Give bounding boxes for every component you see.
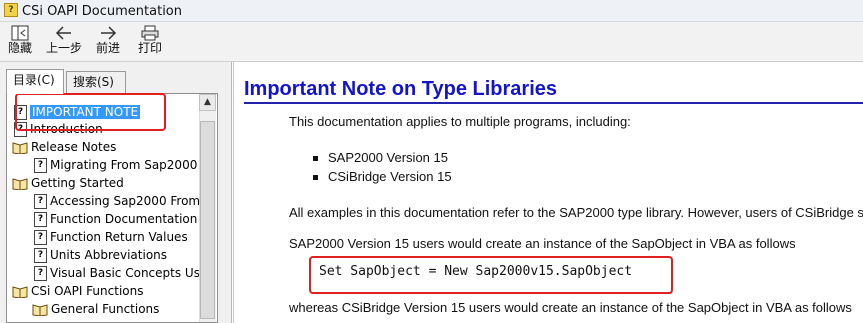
sap2000-paragraph: SAP2000 Version 15 users would create an… [289, 236, 796, 251]
print-button[interactable]: 打印 [134, 24, 166, 60]
tree-item-label: Migrating From Sap2000 v1 [50, 158, 216, 172]
hide-label: 隐藏 [7, 41, 32, 55]
help-page-icon: ? [34, 248, 47, 263]
tree-item-csi-oapi-functions[interactable]: CSi OAPI Functions [12, 282, 143, 300]
tree-item-label: Function Documentation C [50, 212, 210, 226]
tree-item-release-notes[interactable]: Release Notes [12, 138, 116, 156]
back-button[interactable]: 上一步 [42, 24, 86, 60]
tree-item-visual-basic-concepts[interactable]: ? Visual Basic Concepts Us [34, 264, 200, 282]
tree-item-migrating[interactable]: ? Migrating From Sap2000 v1 [34, 156, 216, 174]
help-page-icon: ? [34, 266, 47, 281]
printer-icon [141, 25, 159, 41]
tab-search[interactable]: 搜索(S) [66, 71, 126, 93]
scrollbar-thumb[interactable] [200, 121, 215, 319]
tree-item-accessing-sap2000[interactable]: ? Accessing Sap2000 From [34, 192, 200, 210]
hide-pane-icon [11, 25, 29, 41]
back-label: 上一步 [45, 41, 82, 55]
list-item: CSiBridge Version 15 [313, 169, 452, 184]
arrow-right-icon [101, 26, 117, 40]
hide-button[interactable]: 隐藏 [4, 24, 36, 60]
forward-label: 前进 [95, 41, 120, 55]
tree-item-label: Visual Basic Concepts Us [50, 266, 200, 280]
help-page-icon: ? [34, 212, 47, 227]
annotation-highlight-box [15, 93, 166, 131]
help-page-icon: ? [34, 194, 47, 209]
bullet-icon [313, 156, 318, 162]
help-page-icon: ? [34, 158, 47, 173]
list-item: SAP2000 Version 15 [313, 150, 448, 165]
annotation-code-box [309, 256, 673, 294]
help-app-icon: ? [4, 3, 18, 17]
intro-paragraph: This documentation applies to multiple p… [289, 114, 631, 129]
heading-divider [244, 102, 863, 104]
window-title: CSi OAPI Documentation [22, 4, 182, 19]
tree-item-function-documentation[interactable]: ? Function Documentation C [34, 210, 210, 228]
tree-item-label: Accessing Sap2000 From [50, 194, 201, 208]
print-label: 打印 [137, 41, 162, 55]
arrow-left-icon [55, 26, 71, 40]
list-item-text: SAP2000 Version 15 [328, 150, 448, 165]
tree-item-getting-started[interactable]: Getting Started [12, 174, 124, 192]
tree-item-function-return-values[interactable]: ? Function Return Values [34, 228, 188, 246]
open-book-icon [12, 142, 28, 154]
open-book-icon [12, 286, 28, 298]
tab-contents[interactable]: 目录(C) [6, 69, 64, 94]
bullet-icon [313, 175, 318, 181]
list-item-text: CSiBridge Version 15 [328, 169, 452, 184]
tree-item-label: General Functions [51, 302, 160, 316]
page-heading: Important Note on Type Libraries [244, 78, 557, 100]
tree-item-label: Units Abbreviations [50, 248, 168, 262]
examples-paragraph: All examples in this documentation refer… [289, 205, 863, 220]
tree-item-label: Release Notes [31, 140, 117, 154]
forward-button[interactable]: 前进 [92, 24, 124, 60]
tree-item-units-abbreviations[interactable]: ? Units Abbreviations [34, 246, 167, 264]
csibridge-paragraph: whereas CSiBridge Version 15 users would… [289, 300, 852, 315]
tree-item-label: CSi OAPI Functions [31, 284, 144, 298]
open-book-icon [32, 304, 48, 316]
open-book-icon [12, 178, 28, 190]
tree-item-label: Function Return Values [50, 230, 188, 244]
help-page-icon: ? [34, 230, 47, 245]
tree-item-label: Getting Started [31, 176, 124, 190]
scroll-up-icon[interactable]: ▲ [199, 94, 216, 111]
toolbar [0, 22, 863, 62]
tree-item-general-functions[interactable]: General Functions [32, 300, 159, 318]
